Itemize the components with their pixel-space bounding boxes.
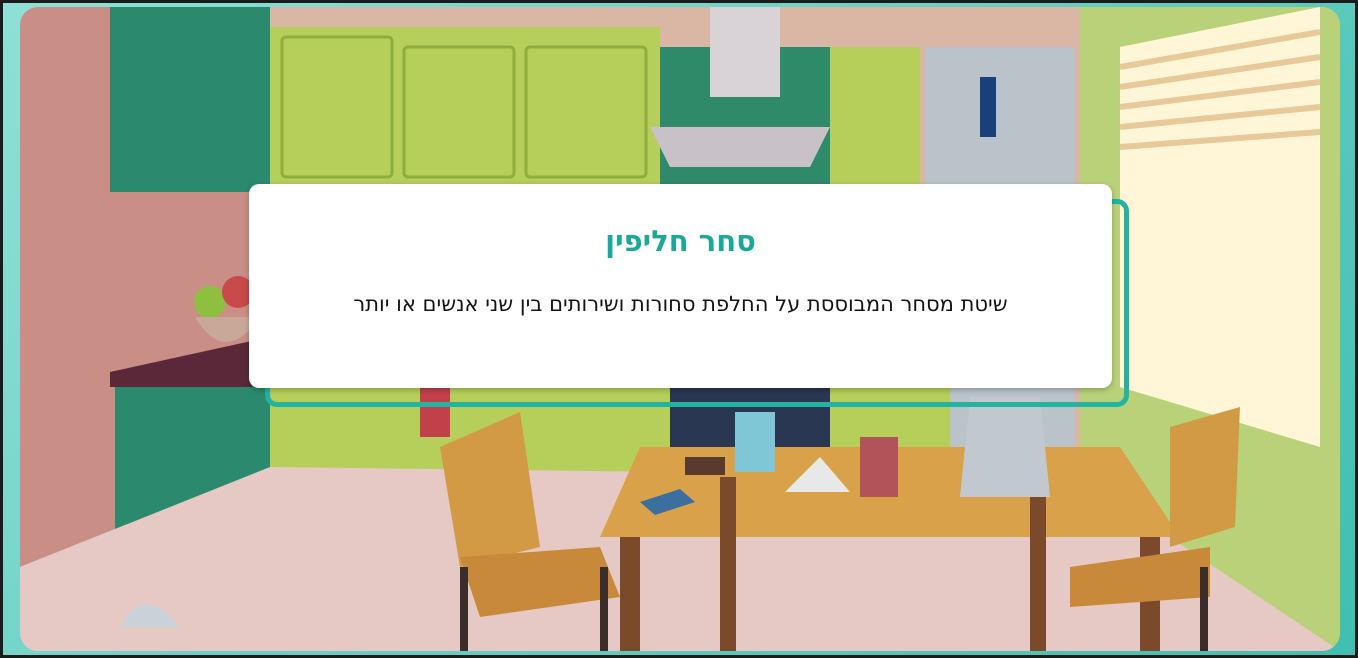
term-definition: שיטת מסחר המבוססת על החלפת סחורות ושירות… [353,292,1008,316]
definition-card: סחר חליפין שיטת מסחר המבוססת על החלפת סח… [249,184,1112,388]
slide-frame: סחר חליפין שיטת מסחר המבוססת על החלפת סח… [0,0,1358,658]
term-title: סחר חליפין [605,224,756,258]
